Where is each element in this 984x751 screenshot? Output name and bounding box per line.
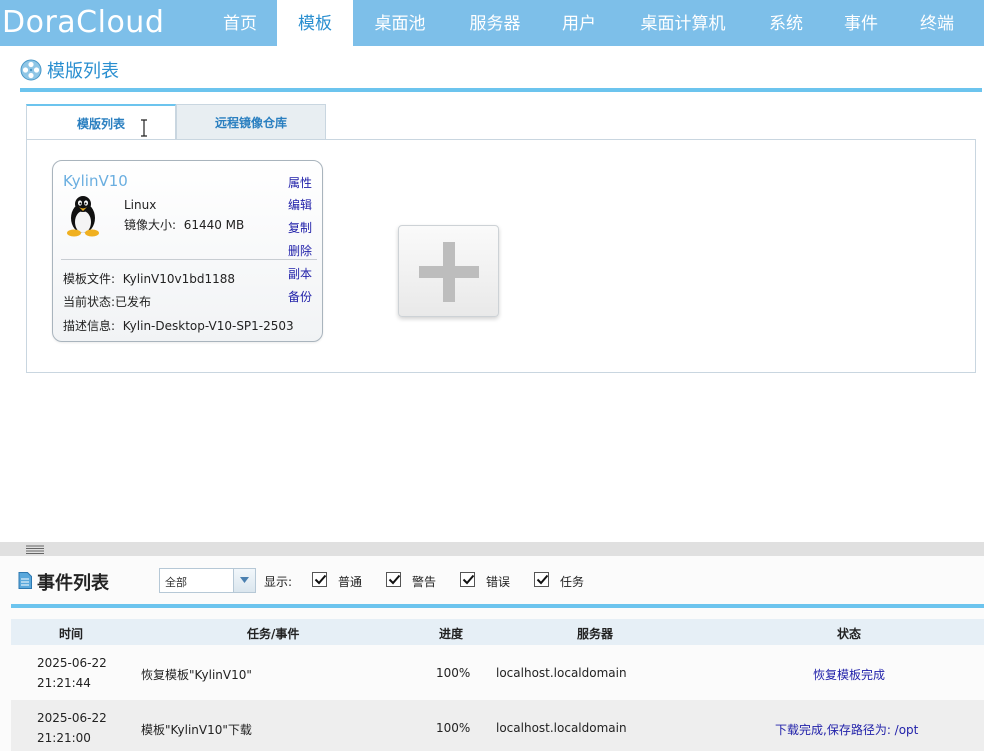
column-header-server[interactable]: 服务器 bbox=[577, 625, 613, 642]
copy-link[interactable]: 复制 bbox=[288, 219, 312, 236]
event-progress: 100% bbox=[436, 721, 471, 735]
page-title: 模版列表 bbox=[47, 61, 119, 82]
checkbox-label-error: 错误 bbox=[486, 575, 511, 589]
table-row[interactable]: 2025-06-22 21:21:44 恢复模板"KylinV10" 100% … bbox=[11, 645, 984, 700]
nav-item-servers[interactable]: 服务器 bbox=[455, 0, 535, 46]
linux-tux-icon bbox=[67, 196, 99, 237]
template-card[interactable]: KylinV10 Linux 镜像大小: 61440 MB 模板文件: Kyli… bbox=[52, 160, 323, 342]
add-template-button[interactable] bbox=[398, 225, 499, 317]
panel-splitter[interactable] bbox=[0, 542, 984, 556]
dropdown-button[interactable] bbox=[233, 569, 255, 592]
event-status: 下载完成,保存路径为: /opt bbox=[775, 723, 919, 737]
nav-item-home[interactable]: 首页 bbox=[205, 0, 275, 46]
template-state: 当前状态:已发布 bbox=[63, 295, 152, 309]
events-table-header: 时间 任务/事件 进度 服务器 状态 bbox=[11, 619, 984, 645]
event-server: localhost.localdomain bbox=[496, 721, 627, 735]
checkmark-icon bbox=[314, 574, 327, 585]
backup-link[interactable]: 备份 bbox=[288, 288, 312, 305]
checkbox-normal[interactable] bbox=[312, 572, 327, 587]
splitter-grip-icon[interactable] bbox=[26, 545, 44, 554]
events-divider bbox=[11, 604, 984, 608]
checkmark-icon bbox=[462, 574, 475, 585]
nav-item-desktop-computers[interactable]: 桌面计算机 bbox=[626, 0, 740, 46]
template-image-size: 镜像大小: 61440 MB bbox=[124, 218, 245, 232]
film-reel-icon bbox=[20, 59, 42, 81]
event-time: 2025-06-22 21:21:00 bbox=[37, 711, 107, 745]
tab-template-list[interactable]: 模版列表 bbox=[26, 104, 176, 140]
nav-item-templates[interactable]: 模板 bbox=[277, 0, 353, 46]
column-header-status[interactable]: 状态 bbox=[837, 625, 861, 642]
section-divider bbox=[20, 88, 982, 92]
nav-item-system[interactable]: 系统 bbox=[754, 0, 818, 46]
event-time: 2025-06-22 21:21:44 bbox=[37, 656, 107, 690]
replica-link[interactable]: 副本 bbox=[288, 265, 312, 282]
template-description: 描述信息: Kylin-Desktop-V10-SP1-2503 bbox=[63, 319, 294, 333]
nav-item-events[interactable]: 事件 bbox=[829, 0, 893, 46]
table-row[interactable]: 2025-06-22 21:21:00 模板"KylinV10"下载 100% … bbox=[11, 700, 984, 751]
checkbox-label-warning: 警告 bbox=[412, 575, 437, 589]
checkbox-label-task: 任务 bbox=[560, 575, 585, 589]
checkmark-icon bbox=[536, 574, 549, 585]
column-header-task[interactable]: 任务/事件 bbox=[247, 625, 299, 642]
app-logo[interactable]: DoraCloud bbox=[2, 5, 164, 40]
template-name[interactable]: KylinV10 bbox=[63, 172, 128, 190]
top-nav: DoraCloud 首页 模板 桌面池 服务器 用户 桌面计算机 系统 事件 终… bbox=[0, 0, 984, 46]
checkbox-task[interactable] bbox=[534, 572, 549, 587]
event-filter-select[interactable]: 全部 bbox=[159, 568, 256, 593]
checkbox-label-normal: 普通 bbox=[338, 575, 363, 589]
events-title: 事件列表 bbox=[37, 573, 109, 594]
edit-link[interactable]: 编辑 bbox=[288, 196, 312, 213]
text-cursor-icon bbox=[141, 119, 147, 137]
event-filter-value: 全部 bbox=[165, 576, 187, 589]
checkmark-icon bbox=[388, 574, 401, 585]
document-icon bbox=[18, 572, 32, 589]
checkbox-warning[interactable] bbox=[386, 572, 401, 587]
column-header-time[interactable]: 时间 bbox=[59, 625, 83, 642]
template-os: Linux bbox=[124, 198, 157, 212]
nav-item-desktop-pools[interactable]: 桌面池 bbox=[359, 0, 441, 46]
event-progress: 100% bbox=[436, 666, 471, 680]
template-file: 模板文件: KylinV10v1bd1188 bbox=[63, 272, 236, 286]
chevron-down-icon bbox=[240, 577, 249, 583]
nav-item-users[interactable]: 用户 bbox=[546, 0, 612, 46]
delete-link[interactable]: 删除 bbox=[288, 242, 312, 259]
tab-remote-image-repo[interactable]: 远程镜像仓库 bbox=[176, 104, 326, 140]
event-status: 恢复模板完成 bbox=[813, 668, 886, 682]
properties-link[interactable]: 属性 bbox=[288, 174, 312, 191]
plus-icon bbox=[419, 242, 479, 302]
column-header-progress[interactable]: 进度 bbox=[439, 625, 463, 642]
event-task: 恢复模板"KylinV10" bbox=[141, 668, 252, 682]
event-task: 模板"KylinV10"下载 bbox=[141, 723, 252, 737]
nav-item-terminals[interactable]: 终端 bbox=[905, 0, 969, 46]
card-divider bbox=[61, 259, 317, 260]
checkbox-error[interactable] bbox=[460, 572, 475, 587]
event-server: localhost.localdomain bbox=[496, 666, 627, 680]
show-label: 显示: bbox=[264, 575, 293, 589]
template-section-header: 模版列表 bbox=[20, 58, 119, 82]
